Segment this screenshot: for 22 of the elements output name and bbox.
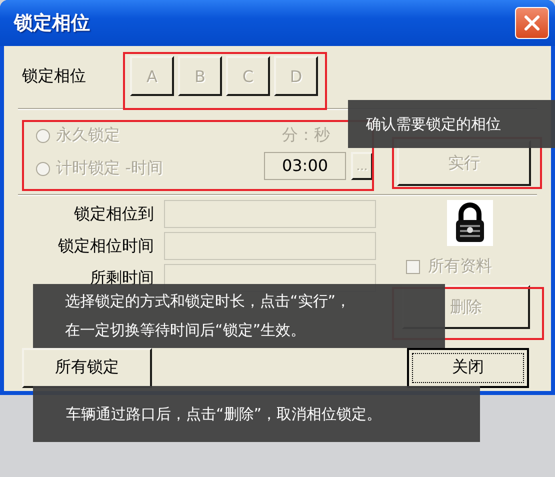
phase-label: 锁定相位 [22, 66, 87, 86]
annotation-text: 车辆通过路口后，点击“删除”，取消相位锁定。 [66, 404, 383, 424]
annotation-text: 确认需要锁定的相位 [366, 114, 502, 134]
padlock-icon [447, 200, 493, 246]
radio-label: 计时锁定 -时间 [56, 158, 163, 179]
window-title: 锁定相位 [14, 11, 90, 36]
input-field[interactable] [164, 200, 376, 228]
checkbox-label: 所有资料 [428, 256, 492, 277]
annotation-text: 选择锁定的方式和锁定时长，点击“实行”， [65, 292, 352, 311]
dialog-button[interactable]: 所有锁定 [22, 348, 152, 388]
time-field[interactable]: 03:00 [264, 152, 346, 180]
time-unit-label: 分：秒 [282, 124, 330, 146]
close-button[interactable] [515, 7, 549, 39]
input-field[interactable] [164, 232, 376, 260]
field-label: 锁定相位时间 [58, 237, 154, 255]
browse-button[interactable]: ... [351, 152, 373, 180]
close-icon [523, 14, 541, 32]
radio-label: 永久锁定 [56, 125, 120, 146]
field-label: 锁定相位到 [74, 205, 154, 223]
field-label: 所剩时间 [90, 269, 154, 287]
annotation-text: 在一定切换等待时间后“锁定”生效。 [65, 321, 307, 340]
dialog-button[interactable]: 关闭 [407, 348, 529, 388]
